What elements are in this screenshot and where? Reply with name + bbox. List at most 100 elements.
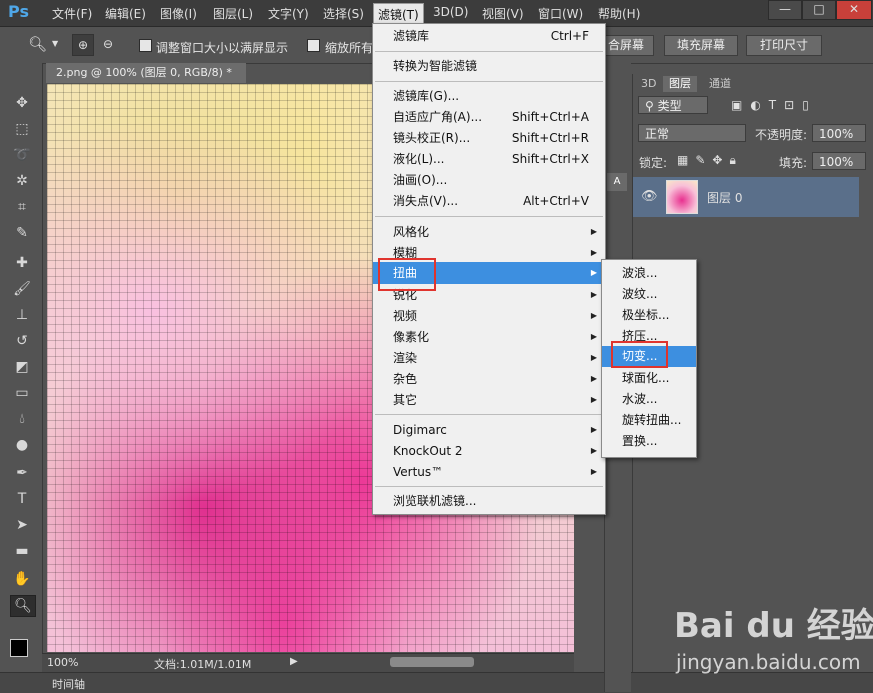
eye-visibility-icon[interactable]: 👁︎: [641, 189, 658, 204]
horizontal-scrollbar[interactable]: [390, 657, 474, 667]
fit-screen-button[interactable]: 合屏幕: [598, 35, 654, 56]
submenu-item-ripple[interactable]: 波纹...: [602, 284, 696, 304]
submenu-arrow-icon: ▶: [590, 446, 597, 455]
tools-panel: ✥ ⬚ ➰ ✲ ⌗ ✎ ✚ 🖌︎ ⊥ ↺ ◩ ▭ 💧︎ ● ✒ T ➤ ▬ ✋ …: [0, 63, 43, 692]
history-brush-icon[interactable]: ↺: [10, 331, 34, 351]
path-selection-icon[interactable]: ➤: [10, 515, 34, 535]
menu-separator: [375, 486, 603, 487]
shape-tool-icon[interactable]: ▬: [10, 541, 34, 561]
submenu-item-polar[interactable]: 极坐标...: [602, 305, 696, 325]
opacity-input[interactable]: 100%: [812, 124, 866, 142]
menu-item-filter-gallery-last[interactable]: 滤镜库 Ctrl+F: [373, 26, 605, 46]
move-tool-icon[interactable]: ✥: [10, 93, 34, 113]
menu-item-liquify[interactable]: 液化(L)... Shift+Ctrl+X: [373, 149, 605, 169]
menu-item-adaptive-wide-angle[interactable]: 自适应广角(A)... Shift+Ctrl+A: [373, 107, 605, 127]
layer-filter-select[interactable]: ⚲ 类型: [638, 96, 708, 114]
zoom-all-checkbox[interactable]: [307, 39, 320, 52]
menu-item-stylize[interactable]: 风格化 ▶: [373, 222, 605, 242]
submenu-arrow-icon: ▶: [590, 268, 597, 277]
menu-item-browse-online[interactable]: 浏览联机滤镜...: [373, 491, 605, 511]
close-button[interactable]: ✕: [836, 0, 872, 20]
lock-icons[interactable]: ▦✎✥🔒︎: [677, 153, 743, 168]
dodge-tool-icon[interactable]: ●: [10, 435, 34, 455]
menu-image[interactable]: 图像(I): [160, 5, 197, 22]
menu-item-video[interactable]: 视频 ▶: [373, 306, 605, 326]
eyedropper-icon[interactable]: ✎: [10, 223, 34, 243]
doc-size: 文档:1.01M/1.01M: [154, 658, 252, 671]
document-tab[interactable]: 2.png @ 100% (图层 0, RGB/8) * ×: [46, 63, 246, 99]
zoom-in-icon[interactable]: ⊕: [72, 34, 94, 56]
menu-3d[interactable]: 3D(D): [433, 5, 468, 19]
menu-item-vertus[interactable]: Vertus™ ▶: [373, 462, 605, 482]
menu-item-noise[interactable]: 杂色 ▶: [373, 369, 605, 389]
menu-type[interactable]: 文字(Y): [268, 5, 309, 22]
brush-tool-icon[interactable]: 🖌︎: [10, 279, 34, 299]
blur-tool-icon[interactable]: 💧︎: [10, 409, 34, 429]
chevron-down-icon[interactable]: ▼: [52, 39, 58, 48]
menu-item-lens-correction[interactable]: 镜头校正(R)... Shift+Ctrl+R: [373, 128, 605, 148]
menu-separator: [375, 216, 603, 217]
opacity-label: 不透明度:: [755, 128, 808, 142]
timeline-label[interactable]: 时间轴: [52, 676, 85, 692]
menu-separator: [375, 81, 603, 82]
menu-item-convert-smart-filter[interactable]: 转换为智能滤镜: [373, 56, 605, 76]
submenu-item-displace[interactable]: 置换...: [602, 431, 696, 451]
menu-item-digimarc[interactable]: Digimarc ▶: [373, 420, 605, 440]
gradient-tool-icon[interactable]: ▭: [10, 383, 34, 403]
magic-wand-icon[interactable]: ✲: [10, 171, 34, 191]
menu-help[interactable]: 帮助(H): [598, 5, 640, 22]
tab-3d[interactable]: 3D: [635, 76, 662, 92]
menu-select[interactable]: 选择(S): [323, 5, 364, 22]
pen-tool-icon[interactable]: ✒: [10, 463, 34, 483]
menu-file[interactable]: 文件(F): [52, 5, 92, 22]
menu-edit[interactable]: 编辑(E): [105, 5, 146, 22]
type-tool-icon[interactable]: T: [10, 489, 34, 509]
layer-row[interactable]: 👁︎ 图层 0: [633, 177, 859, 217]
tab-layers[interactable]: 图层: [663, 76, 697, 92]
zoom-level[interactable]: 100%: [47, 656, 78, 669]
marquee-tool-icon[interactable]: ⬚: [10, 119, 34, 139]
fill-input[interactable]: 100%: [812, 152, 866, 170]
zoom-out-icon[interactable]: ⊖: [98, 34, 118, 54]
menu-separator: [375, 51, 603, 52]
menu-item-pixelate[interactable]: 像素化 ▶: [373, 327, 605, 347]
menu-item-vanishing-point[interactable]: 消失点(V)... Alt+Ctrl+V: [373, 191, 605, 211]
minimize-button[interactable]: —: [768, 0, 802, 20]
zoom-tool-icon[interactable]: 🔍︎: [28, 35, 47, 53]
search-icon: ⚲: [645, 99, 658, 113]
foreground-color-swatch[interactable]: [10, 639, 28, 657]
lasso-tool-icon[interactable]: ➰: [10, 145, 34, 165]
menu-item-oil-paint[interactable]: 油画(O)...: [373, 170, 605, 190]
photoshop-logo: Ps: [8, 2, 29, 21]
hand-tool-icon[interactable]: ✋: [10, 569, 34, 589]
healing-brush-icon[interactable]: ✚: [10, 253, 34, 273]
submenu-item-spherize[interactable]: 球面化...: [602, 368, 696, 388]
menu-item-knockout[interactable]: KnockOut 2 ▶: [373, 441, 605, 461]
submenu-item-twirl[interactable]: 旋转扭曲...: [602, 410, 696, 430]
status-arrow-icon[interactable]: ▶: [290, 656, 298, 667]
zoom-tool-selected-icon[interactable]: 🔍︎: [10, 595, 36, 617]
annotation-box-distort: [378, 258, 436, 291]
print-size-button[interactable]: 打印尺寸: [746, 35, 822, 56]
tab-channels[interactable]: 通道: [703, 76, 737, 92]
submenu-item-zigzag[interactable]: 水波...: [602, 389, 696, 409]
fill-screen-button[interactable]: 填充屏幕: [664, 35, 738, 56]
annotation-box-shear: [611, 341, 668, 368]
character-panel-icon[interactable]: A: [607, 173, 627, 191]
eraser-tool-icon[interactable]: ◩: [10, 357, 34, 377]
resize-windows-label: 调整窗口大小以满屏显示: [156, 41, 289, 55]
menu-view[interactable]: 视图(V): [482, 5, 524, 22]
menu-window[interactable]: 窗口(W): [538, 5, 583, 22]
crop-tool-icon[interactable]: ⌗: [10, 197, 34, 217]
stamp-tool-icon[interactable]: ⊥: [10, 305, 34, 325]
submenu-item-wave[interactable]: 波浪...: [602, 263, 696, 283]
menu-item-filter-gallery[interactable]: 滤镜库(G)...: [373, 86, 605, 106]
watermark-brand: Bai du 经验: [674, 606, 873, 646]
menu-layer[interactable]: 图层(L): [213, 5, 253, 22]
menu-item-other[interactable]: 其它 ▶: [373, 390, 605, 410]
filter-icons[interactable]: ▣◐T⊡▯: [731, 98, 817, 112]
menu-item-render[interactable]: 渲染 ▶: [373, 348, 605, 368]
blend-mode-select[interactable]: 正常: [638, 124, 746, 142]
maximize-button[interactable]: □: [802, 0, 836, 20]
resize-windows-checkbox[interactable]: [139, 39, 152, 52]
